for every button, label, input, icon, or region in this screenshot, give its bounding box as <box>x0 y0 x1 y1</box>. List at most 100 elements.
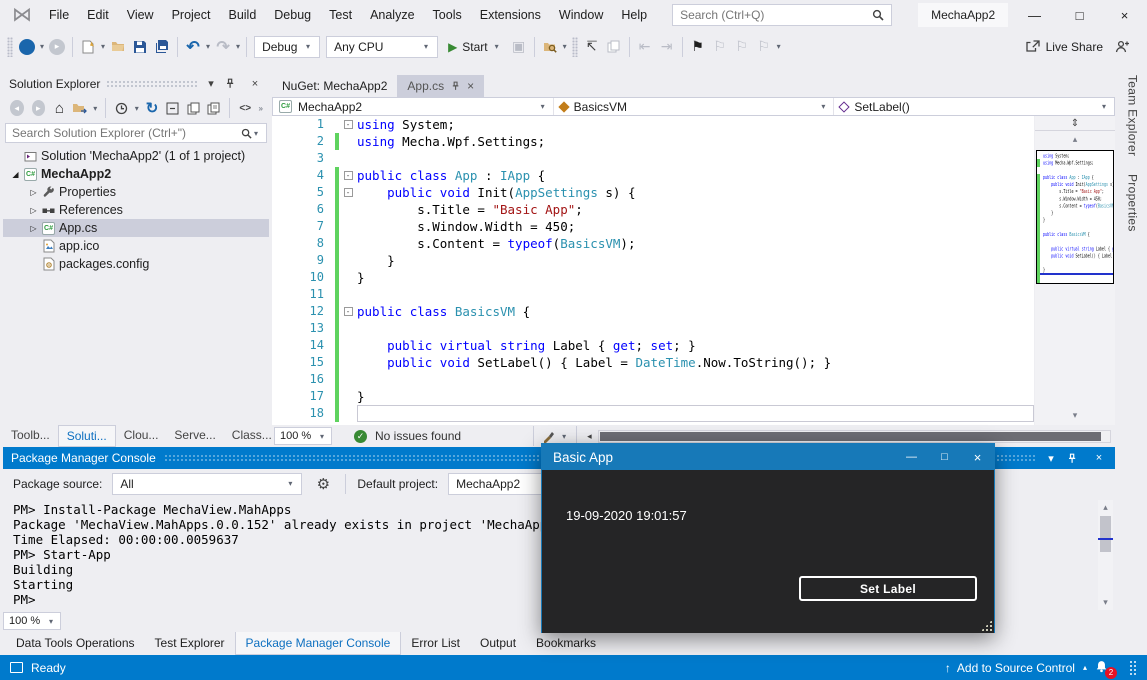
se-tab-toolb[interactable]: Toolb... <box>3 425 58 445</box>
dropdown-caret-icon[interactable]: ▾ <box>234 42 242 51</box>
scroll-down-icon[interactable]: ▾ <box>1098 597 1113 608</box>
fold-collapse-icon[interactable]: - <box>344 188 353 197</box>
next-bookmark-icon[interactable]: ⚐ <box>731 36 753 58</box>
window-position-caret-icon[interactable]: ▾ <box>203 77 219 90</box>
dropdown-caret-icon[interactable]: ▾ <box>133 104 141 113</box>
close-button[interactable]: × <box>1102 0 1147 30</box>
tree-item-properties[interactable]: ▷Properties <box>3 183 269 201</box>
set-label-button[interactable]: Set Label <box>799 576 977 601</box>
code-line-10[interactable]: 10} <box>272 269 1034 286</box>
view-code-icon[interactable]: <> <box>236 97 255 119</box>
dropdown-caret-icon[interactable]: ▾ <box>775 42 783 51</box>
fold-collapse-icon[interactable]: - <box>344 307 353 316</box>
tree-item-mechaapp2[interactable]: ◢C#MechaApp2 <box>3 165 269 183</box>
menu-extensions[interactable]: Extensions <box>471 2 550 28</box>
dropdown-caret-icon[interactable]: ▾ <box>99 42 107 51</box>
pin-icon[interactable] <box>225 78 241 89</box>
breadcrumb-type-dropdown[interactable]: BasicsVM ▾ <box>554 98 835 115</box>
dropdown-caret-icon[interactable]: ▾ <box>252 129 260 138</box>
se-tab-clou[interactable]: Clou... <box>116 425 167 445</box>
menu-help[interactable]: Help <box>612 2 656 28</box>
menu-tools[interactable]: Tools <box>424 2 471 28</box>
code-text[interactable] <box>357 150 1034 167</box>
find-in-files-icon[interactable] <box>539 36 561 58</box>
start-debugging-button[interactable]: ▶ Start ▾ <box>441 36 508 58</box>
copy-item-icon[interactable] <box>603 36 625 58</box>
solution-explorer-search-input[interactable]: Search Solution Explorer (Ctrl+") ▾ <box>5 123 267 143</box>
code-text[interactable]: } <box>357 269 1034 286</box>
tab-nuget-mechaapp2[interactable]: NuGet: MechaApp2 <box>272 75 397 97</box>
add-to-source-control-button[interactable]: Add to Source Control <box>957 661 1075 675</box>
code-text[interactable]: } <box>357 252 1034 269</box>
tree-item-packages-config[interactable]: packages.config <box>3 255 269 273</box>
scroll-down-icon[interactable]: ▾ <box>1035 410 1115 421</box>
code-line-5[interactable]: 5- public void Init(AppSettings s) { <box>272 184 1034 201</box>
menu-file[interactable]: File <box>40 2 78 28</box>
menu-analyze[interactable]: Analyze <box>361 2 423 28</box>
solution-platforms-dropdown[interactable]: Any CPU▾ <box>326 36 438 58</box>
panel-tab-error-list[interactable]: Error List <box>401 632 470 654</box>
dropdown-caret-icon[interactable]: ▾ <box>91 104 99 113</box>
resize-grip[interactable] <box>981 620 992 631</box>
scroll-left-icon[interactable]: ◂ <box>585 431 594 442</box>
navigate-forward-icon[interactable]: ▸ <box>49 39 65 55</box>
code-line-2[interactable]: 2using Mecha.Wpf.Settings; <box>272 133 1034 150</box>
panel-tab-output[interactable]: Output <box>470 632 526 654</box>
notifications-bell-icon[interactable]: 2 <box>1095 660 1113 676</box>
increase-indent-icon[interactable]: ⇥ <box>656 36 678 58</box>
menu-test[interactable]: Test <box>320 2 361 28</box>
tree-item-solution-mechaapp2-1-of-1-project[interactable]: Solution 'MechaApp2' (1 of 1 project) <box>3 147 269 165</box>
minimize-button[interactable]: — <box>895 444 928 470</box>
window-position-caret-icon[interactable]: ▾ <box>1043 452 1059 465</box>
scroll-up-icon[interactable]: ▴ <box>1035 134 1115 145</box>
code-text[interactable]: public class App : IApp { <box>357 167 1034 184</box>
code-text[interactable] <box>357 405 1034 422</box>
breadcrumb-member-dropdown[interactable]: SetLabel() ▾ <box>834 98 1114 115</box>
minimize-button[interactable]: — <box>1012 0 1057 30</box>
dropdown-caret-icon[interactable]: ▾ <box>38 42 46 51</box>
code-line-15[interactable]: 15 public void SetLabel() { Label = Date… <box>272 354 1034 371</box>
caret-up-icon[interactable]: ▴ <box>1081 663 1089 672</box>
live-share-button[interactable]: Live Share <box>1017 40 1111 54</box>
save-all-icon[interactable] <box>151 36 173 58</box>
navigate-back-icon[interactable]: ◂ <box>19 39 35 55</box>
fold-collapse-icon[interactable]: - <box>344 171 353 180</box>
format-document-icon[interactable] <box>542 430 556 443</box>
maximize-button[interactable]: □ <box>928 444 961 470</box>
toolbar-grip[interactable] <box>7 37 13 57</box>
code-text[interactable] <box>357 320 1034 337</box>
code-text[interactable]: s.Content = typeof(BasicsVM); <box>357 235 1034 252</box>
code-text[interactable]: using System; <box>357 116 1034 133</box>
code-line-13[interactable]: 13 <box>272 320 1034 337</box>
tree-item-app-ico[interactable]: app.ico <box>3 237 269 255</box>
pending-changes-filter-icon[interactable] <box>112 97 131 119</box>
toolbar-grip[interactable] <box>572 37 578 57</box>
close-icon[interactable]: × <box>247 78 263 90</box>
editor-zoom-dropdown[interactable]: 100 %▾ <box>274 427 332 445</box>
package-source-dropdown[interactable]: All▾ <box>112 473 302 495</box>
panel-tab-package-manager-console[interactable]: Package Manager Console <box>235 632 402 655</box>
save-icon[interactable] <box>129 36 151 58</box>
scroll-up-icon[interactable]: ▴ <box>1098 502 1113 513</box>
code-line-6[interactable]: 6 s.Title = "Basic App"; <box>272 201 1034 218</box>
attach-to-process-icon[interactable]: ▣ <box>508 36 530 58</box>
code-line-9[interactable]: 9 } <box>272 252 1034 269</box>
gear-icon[interactable]: ⚙ <box>312 473 334 495</box>
code-line-12[interactable]: 12-public class BasicsVM { <box>272 303 1034 320</box>
code-text[interactable]: s.Title = "Basic App"; <box>357 201 1034 218</box>
undo-icon[interactable]: ↶ <box>182 36 204 58</box>
editor-scrollbar-column[interactable]: ⇕ ▴ using System;using Mecha.Wpf.Setting… <box>1035 116 1115 425</box>
collapse-all-icon[interactable] <box>163 97 182 119</box>
decrease-indent-icon[interactable]: ⇤ <box>634 36 656 58</box>
breadcrumb-project-dropdown[interactable]: C# MechaApp2 ▾ <box>273 98 554 115</box>
navigate-cursor-icon[interactable]: ↸ <box>581 36 603 58</box>
se-tab-soluti[interactable]: Soluti... <box>58 425 116 447</box>
code-text[interactable] <box>357 371 1034 388</box>
code-editor[interactable]: 1-using System;2using Mecha.Wpf.Settings… <box>272 116 1034 425</box>
code-text[interactable]: public void Init(AppSettings s) { <box>357 184 1034 201</box>
tree-item-references[interactable]: ▷References <box>3 201 269 219</box>
switch-views-icon[interactable] <box>71 97 90 119</box>
open-folder-icon[interactable] <box>107 36 129 58</box>
new-project-icon[interactable] <box>77 36 99 58</box>
menu-build[interactable]: Build <box>219 2 265 28</box>
